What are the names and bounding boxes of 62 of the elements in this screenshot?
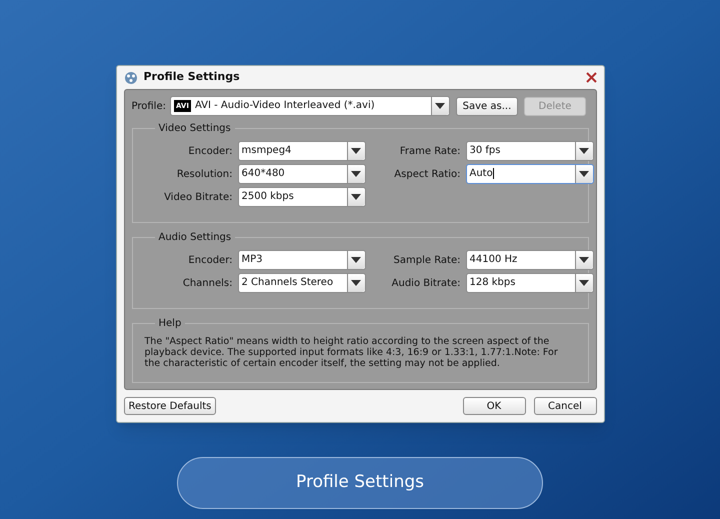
film-reel-icon — [124, 70, 138, 84]
caret-icon — [351, 257, 361, 263]
dialog-button[interactable]: Cancel — [534, 397, 596, 415]
dropdown-arrow-button[interactable] — [346, 142, 364, 160]
dropdown-value: 128 kbps — [468, 276, 516, 290]
dropdown[interactable]: 2500 kbps — [238, 187, 366, 207]
caret-icon — [351, 171, 361, 177]
dropdown[interactable]: 128 kbps — [466, 273, 594, 293]
dropdown-arrow-button[interactable] — [346, 165, 364, 183]
caret-icon — [351, 148, 361, 154]
dropdown[interactable]: 30 fps — [466, 141, 594, 161]
dropdown-arrow-button[interactable] — [430, 97, 449, 115]
caret-icon — [435, 103, 446, 109]
window-title: Profile Settings — [144, 69, 241, 86]
dropdown-value: Auto — [468, 166, 495, 181]
group-title: Audio Settings — [154, 230, 236, 245]
field-label: Frame Rate: — [398, 144, 460, 158]
field-label: Aspect Ratio: — [393, 168, 460, 182]
dropdown[interactable]: 640*480 — [238, 164, 366, 184]
dropdown[interactable]: MP3 — [238, 250, 366, 270]
caret-icon — [351, 280, 361, 286]
caret-icon — [579, 171, 589, 177]
field-label: Sample Rate: — [392, 254, 460, 268]
field-label: Channels: — [182, 276, 232, 290]
dropdown-value: 30 fps — [468, 144, 502, 158]
dropdown[interactable]: msmpeg4 — [238, 141, 366, 161]
dropdown-value: 2500 kbps — [240, 190, 295, 204]
profile-label: Profile: — [132, 100, 166, 114]
dropdown-value: 44100 Hz — [468, 253, 518, 267]
field-label: Audio Bitrate: — [390, 276, 460, 290]
group-title: Help — [154, 316, 186, 331]
dropdown-value: AVI - Audio-Video Interleaved (*.avi) — [194, 99, 376, 113]
dropdown-arrow-button[interactable] — [574, 274, 592, 292]
field-label: Encoder: — [187, 254, 232, 268]
dropdown-value: 640*480 — [240, 167, 286, 181]
dropdown-arrow-button[interactable] — [574, 165, 592, 183]
field-label: Encoder: — [187, 144, 232, 158]
dropdown-arrow-button[interactable] — [346, 251, 364, 269]
dropdown-value: msmpeg4 — [240, 144, 292, 158]
caret-icon — [579, 257, 589, 263]
caret-icon — [579, 280, 589, 286]
text-cursor — [492, 168, 494, 179]
dropdown-arrow-button[interactable] — [574, 142, 592, 160]
group-title: Video Settings — [154, 121, 235, 136]
field-label: Resolution: — [176, 168, 232, 182]
dropdown[interactable]: Auto — [466, 164, 594, 184]
close-icon[interactable] — [586, 72, 596, 83]
dropdown-value: 2 Channels Stereo — [240, 276, 334, 290]
caption-text: Profile Settings — [296, 471, 424, 494]
dropdown[interactable]: 44100 Hz — [466, 250, 594, 270]
dropdown[interactable]: 2 Channels Stereo — [238, 273, 366, 293]
field-label: Video Bitrate: — [163, 190, 232, 204]
dropdown-arrow-button[interactable] — [346, 188, 364, 206]
dropdown-arrow-button[interactable] — [346, 274, 364, 292]
profile-button[interactable]: Save as... — [456, 96, 518, 116]
caret-icon — [351, 194, 361, 200]
dialog-button[interactable]: OK — [462, 397, 526, 415]
caret-icon — [579, 148, 589, 154]
dialog-button[interactable]: Restore Defaults — [124, 397, 216, 415]
dropdown-value: MP3 — [240, 253, 264, 267]
dropdown-arrow-button[interactable] — [574, 251, 592, 269]
help-text: The "Aspect Ratio" means width to height ratio according to the screen aspect of the playback device. The supported input formats like 4:3, 16:9 or 1.33:1, 1.77:1.Note: For the characteristic of certain encoder itself, the setting may not be applied. — [144, 336, 559, 369]
